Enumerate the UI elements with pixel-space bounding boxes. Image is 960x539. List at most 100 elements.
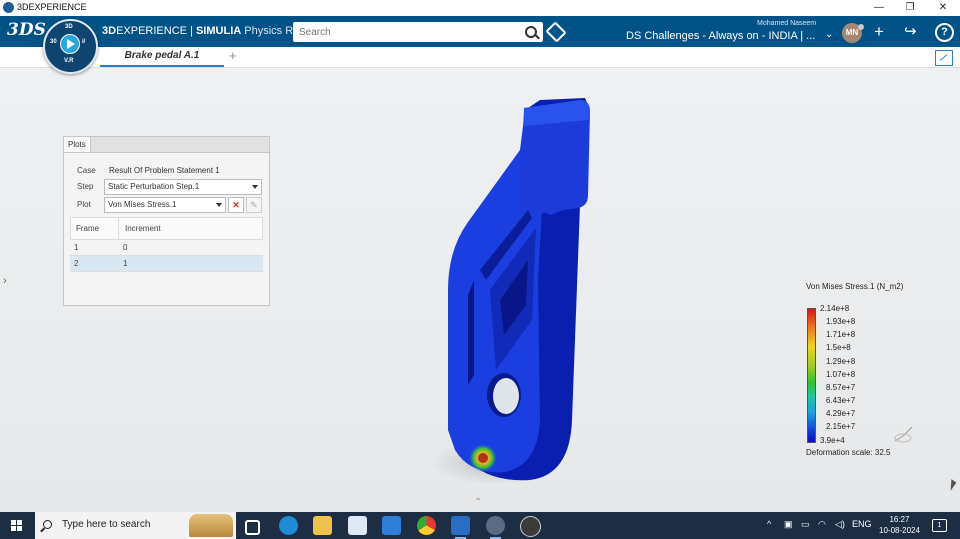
step-select[interactable]: Static Perturbation Step.1 [104,179,262,195]
search-input[interactable] [293,22,519,42]
case-row: Case Result Of Problem Statement 1 [64,163,269,179]
legend-label: 1.5e+8 [826,343,851,352]
increment-cell: 0 [123,243,128,252]
search-icon [43,520,52,529]
expand-icon[interactable] [935,50,953,66]
notifications-icon[interactable]: 1 [932,519,947,532]
help-icon[interactable]: ? [935,23,954,42]
legend-title: Von Mises Stress.1 (N_m2) [806,282,904,291]
legend-label: 2.15e+7 [826,422,856,431]
tag-icon[interactable] [545,21,567,43]
windows-start-icon[interactable] [11,520,23,532]
axis-triad-icon[interactable] [892,424,914,446]
compass-bottom-label: V.R [64,58,74,64]
plots-panel: Plots Case Result Of Problem Statement 1… [63,136,270,306]
frame-cell: 2 [74,259,79,268]
dropdown-caret-icon[interactable] [252,185,258,189]
obs-icon[interactable] [520,516,541,537]
column-header-increment: Increment [125,224,161,233]
restore-button[interactable]: ❐ [895,0,925,16]
presence-dot [858,24,864,30]
dropdown-caret-icon[interactable] [216,203,222,207]
minimize-button[interactable]: — [864,0,894,16]
top-bar: 3DS 3DEXPERIENCE | SIMULIA Physics R... … [0,16,960,47]
plot-select-value: Von Mises Stress.1 [108,200,177,209]
frames-table: Frame Increment 1 0 2 1 [70,217,263,272]
table-row[interactable]: 1 0 [70,240,263,256]
close-button[interactable]: ✕ [928,0,958,16]
legend-label: 4.29e+7 [826,409,856,418]
ds-logo[interactable]: 3DS [7,20,46,40]
compass-right-label: i/ [82,39,86,45]
search-box[interactable] [293,22,543,42]
store-icon[interactable] [348,516,367,535]
edge-icon[interactable] [279,516,298,535]
collab-space-selector[interactable]: DS Challenges - Always on - INDIA | ... [626,30,815,42]
3dexperience-icon[interactable] [486,516,505,539]
plus-icon[interactable]: + [874,22,884,42]
compass-widget[interactable]: 3D 30 i/ V.R [43,19,98,74]
chevron-up-icon[interactable]: ⌃ [474,497,482,508]
taskbar-search-placeholder: Type here to search [62,519,151,530]
tab-brake-pedal[interactable]: Brake pedal A.1 [100,47,224,67]
chrome-icon[interactable] [417,516,436,535]
chevron-down-icon[interactable]: ⌄ [825,29,833,40]
plot-label: Plot [77,200,91,209]
plot-settings-icon[interactable]: ✕ [228,197,244,213]
meet-icon[interactable]: ▣ [784,519,793,530]
taskbar-search[interactable]: Type here to search [35,512,236,539]
app-brand: 3DEXPERIENCE | SIMULIA Physics R... [102,25,302,37]
chevron-up-icon[interactable]: ^ [767,519,771,529]
table-header: Frame Increment [70,217,263,240]
chevron-right-icon[interactable]: › [3,275,7,287]
column-header-frame: Frame [76,224,100,233]
step-row: Step Static Perturbation Step.1 [64,179,269,195]
speaker-icon[interactable]: ◁) [835,519,845,530]
wifi-icon[interactable]: ◠ [818,519,826,530]
search-highlight-image[interactable] [189,514,233,537]
clock-time: 16:27 [889,515,910,524]
legend-label: 3.9e+4 [820,436,845,445]
increment-cell: 1 [123,259,128,268]
add-tab-button[interactable]: + [229,48,237,63]
plot-select[interactable]: Von Mises Stress.1 [104,197,226,213]
file-explorer-icon[interactable] [313,516,332,535]
step-label: Step [77,182,94,191]
language-indicator[interactable]: ENG [852,519,872,529]
legend-label: 1.93e+8 [826,317,856,326]
search-icon[interactable] [525,26,537,38]
legend-label: 1.29e+8 [826,357,856,366]
edit-icon[interactable]: ✎ [246,197,262,213]
legend-label: 1.07e+8 [826,370,856,379]
legend-label: 6.43e+7 [826,396,856,405]
share-icon[interactable]: ↪ [904,22,917,42]
legend-label: 8.57e+7 [826,383,856,392]
column-divider[interactable] [118,218,119,239]
windows-taskbar: Type here to search ^ ▣ ▭ ◠ ◁) ENG 16:27… [0,512,960,539]
brand-separator: | [186,25,196,37]
play-icon[interactable] [60,34,80,54]
mail-icon[interactable] [382,516,401,535]
window-title: 3DEXPERIENCE [17,2,87,12]
tab-plots[interactable]: Plots [64,137,91,152]
brand-experience: EXPERIENCE [116,25,187,37]
case-value: Result Of Problem Statement 1 [109,166,220,175]
frame-cell: 1 [74,243,79,252]
task-view-icon[interactable] [245,520,260,535]
word-icon[interactable] [451,516,470,539]
plot-row: Plot Von Mises Stress.1 ✕ ✎ [64,197,269,213]
compass-left-label: 30 [50,39,57,45]
clock[interactable]: 16:27 10-08-2024 [879,514,920,536]
user-name: Mohamed Naseem [757,20,817,27]
case-label: Case [77,166,96,175]
compass-top-label: 3D [65,24,73,30]
step-select-value: Static Perturbation Step.1 [108,182,200,191]
panel-header: Plots [64,137,269,153]
brake-pedal-model[interactable] [420,90,620,490]
deformation-scale: Deformation scale: 32.5 [806,448,891,457]
battery-icon[interactable]: ▭ [801,519,810,530]
tab-bar: Brake pedal A.1 + [0,47,960,68]
brand-3d: 3D [102,25,117,37]
table-row[interactable]: 2 1 [70,256,263,272]
window-titlebar: 3DEXPERIENCE — ❐ ✕ [0,0,960,17]
